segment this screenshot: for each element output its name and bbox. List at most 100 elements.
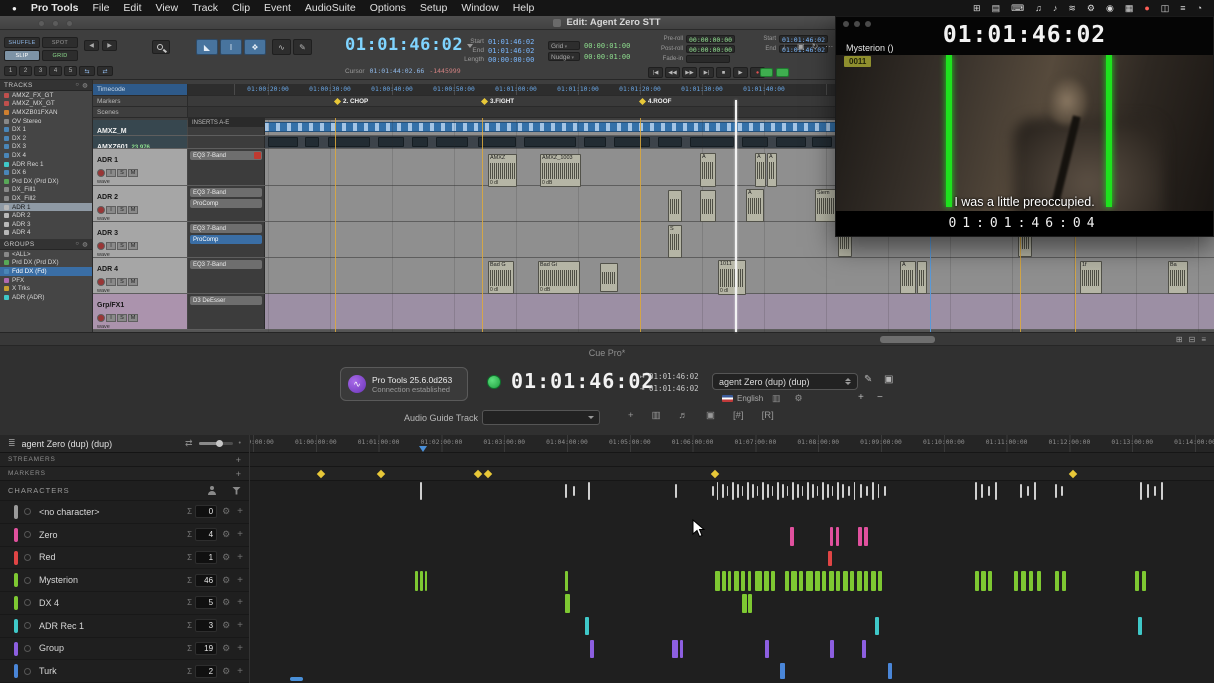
track-list-item-amxzb01fxan[interactable]: AMXZB01FXAN	[0, 108, 92, 117]
mysterion-cue[interactable]	[1142, 571, 1146, 591]
streamers-lane[interactable]	[250, 453, 1214, 467]
timeline-marker-2-chop[interactable]: 2. CHOP	[335, 98, 368, 105]
insert-procomp[interactable]: ProComp	[190, 199, 262, 208]
hash-brackets-icon[interactable]: [#]	[733, 410, 744, 421]
group-cue[interactable]	[765, 640, 769, 658]
character-row-red[interactable]: RedΣ1⚙+	[0, 547, 249, 570]
toolbar-icon[interactable]: ♩	[782, 42, 790, 51]
record-enable-button[interactable]	[97, 169, 105, 177]
unassigned-cue[interactable]	[884, 486, 886, 496]
window-controls[interactable]	[38, 20, 73, 27]
mute-button[interactable]: M	[128, 206, 138, 214]
cuepro-track-header[interactable]: ≣ agent Zero (dup) (dup) ⇄ •	[0, 435, 249, 453]
fast-forward-button[interactable]: ▶▶	[682, 67, 697, 78]
group-list-item-all[interactable]: <ALL>	[0, 250, 92, 259]
insert-d3-deesser[interactable]: D3 DeEsser	[190, 296, 262, 305]
video-window[interactable]: 01:01:46:02 Mysterion () 0011 I was a li…	[835, 16, 1214, 237]
display-icon[interactable]: ▤	[992, 3, 1001, 14]
mysterion-cue[interactable]	[1135, 571, 1139, 591]
mysterion-cue[interactable]	[799, 571, 803, 591]
zero-cue[interactable]	[858, 527, 862, 546]
group-list-item-x-trks[interactable]: X Trks	[0, 284, 92, 293]
cue-marker-diamond[interactable]	[377, 470, 385, 478]
character-row-dx-4[interactable]: DX 4Σ5⚙+	[0, 592, 249, 615]
character-add-icon[interactable]: +	[237, 666, 243, 677]
character-row-mysterion[interactable]: MysterionΣ46⚙+	[0, 569, 249, 592]
character-row-no-character[interactable]: <no character>Σ0⚙+	[0, 501, 249, 524]
unassigned-cue[interactable]	[1147, 484, 1149, 498]
track-list-item-dx-fill2[interactable]: DX_Fill2	[0, 194, 92, 203]
timecode-ruler-label[interactable]: Timecode	[93, 84, 188, 96]
swap-icon[interactable]: ⇄	[185, 438, 193, 449]
film-clip[interactable]	[776, 137, 806, 147]
track-list-item-dx-3[interactable]: DX 3	[0, 143, 92, 152]
mode-grid[interactable]: GRID	[42, 50, 78, 61]
list-icon[interactable]: ▥	[652, 410, 661, 421]
zero-cue[interactable]	[790, 527, 794, 546]
screen-record-icon[interactable]: ●	[1144, 3, 1149, 13]
mysterion-cue[interactable]	[1062, 571, 1066, 591]
track-list-item-adr-1[interactable]: ADR 1	[0, 203, 92, 212]
scrollbar-zoom-icons[interactable]: ⊞⊟≡	[1176, 335, 1206, 344]
mysterion-cue[interactable]	[975, 571, 979, 591]
edit-cue-icon[interactable]: ✎	[864, 374, 872, 385]
audio-clip-1011[interactable]: 10110 dl	[718, 260, 746, 295]
zoom-tool-button[interactable]	[152, 40, 170, 54]
record-enable-button[interactable]	[97, 278, 105, 286]
streamers-row[interactable]: STREAMERS +	[0, 453, 249, 467]
track-header[interactable]: ADR 2ISMwave	[93, 186, 188, 221]
reel-brackets-icon[interactable]: [R]	[762, 410, 774, 421]
track-view-selector[interactable]: wave	[93, 252, 187, 257]
unassigned-cue[interactable]	[802, 486, 803, 496]
unassigned-cue[interactable]	[742, 486, 743, 496]
dx4-cue[interactable]	[742, 594, 747, 613]
character-settings-icon[interactable]: ⚙	[222, 620, 230, 631]
filter-icon[interactable]	[232, 487, 241, 495]
group-cue[interactable]	[830, 640, 834, 658]
turk-cue[interactable]	[888, 663, 892, 679]
zoom-in-icon[interactable]: ▶	[102, 40, 117, 51]
mysterion-cue[interactable]	[815, 571, 820, 591]
toolbar-icon[interactable]: ▣	[797, 42, 805, 51]
unassigned-cue[interactable]	[792, 482, 794, 500]
character-row-turk[interactable]: TurkΣ2⚙+	[0, 660, 249, 683]
groups-panel-header[interactable]: GROUPS ○◍	[0, 239, 92, 250]
group-list-item-pfx[interactable]: PFX	[0, 276, 92, 285]
track-list-item-dx-4[interactable]: DX 4	[0, 151, 92, 160]
mute-button[interactable]: M	[128, 278, 138, 286]
app-menu[interactable]: Pro Tools	[31, 2, 79, 14]
audio-clip-s[interactable]: S	[668, 225, 682, 258]
unassigned-cue[interactable]	[675, 484, 677, 498]
character-add-icon[interactable]: +	[237, 620, 243, 631]
timeline-marker-4-roof[interactable]: 4.ROOF	[640, 98, 671, 105]
track-header[interactable]: ADR 4ISMwave	[93, 258, 188, 293]
audio-clip-a[interactable]: A	[700, 153, 716, 187]
insert-procomp[interactable]: ProComp	[190, 235, 262, 244]
mysterion-cue[interactable]	[806, 571, 813, 591]
unassigned-cue[interactable]	[717, 482, 718, 500]
unassigned-cue[interactable]	[767, 484, 769, 498]
character-settings-icon[interactable]: ⚙	[222, 552, 230, 563]
mysterion-cue[interactable]	[565, 571, 568, 591]
unassigned-cue[interactable]	[777, 482, 779, 500]
audio-clip-a[interactable]: A	[767, 153, 777, 187]
cue-marker-diamond[interactable]	[474, 470, 482, 478]
group-list-item-adr-adr[interactable]: ADR (ADR)	[0, 293, 92, 302]
mysterion-cue[interactable]	[764, 571, 769, 591]
language-selector[interactable]: English	[722, 394, 763, 403]
audio-clip-ba[interactable]: Ba	[1168, 261, 1188, 294]
menu-setup[interactable]: Setup	[420, 2, 447, 14]
mysterion-cue[interactable]	[741, 571, 745, 591]
audio-clip-1f[interactable]: 1f	[1080, 261, 1102, 294]
menu-track[interactable]: Track	[192, 2, 218, 14]
character-row-group[interactable]: GroupΣ19⚙+	[0, 638, 249, 661]
solo-button[interactable]: S	[117, 206, 127, 214]
keyboard-icon[interactable]: ⌨	[1011, 3, 1024, 14]
zoom-preset-3[interactable]: 3	[34, 66, 47, 76]
audio-clip-a[interactable]: A	[755, 153, 766, 187]
scenes-ruler-label[interactable]: Scenes	[93, 107, 188, 118]
group-list-item-prd-dx-prd-dx[interactable]: Prd DX (Prd DX)	[0, 259, 92, 268]
zoom-out-icon[interactable]: ◀	[84, 40, 99, 51]
adr-rec-1-cue[interactable]	[585, 617, 589, 635]
cue-timeline[interactable]: 00:59:00:0001:00:00:0001:01:00:0001:02:0…	[250, 435, 1214, 683]
